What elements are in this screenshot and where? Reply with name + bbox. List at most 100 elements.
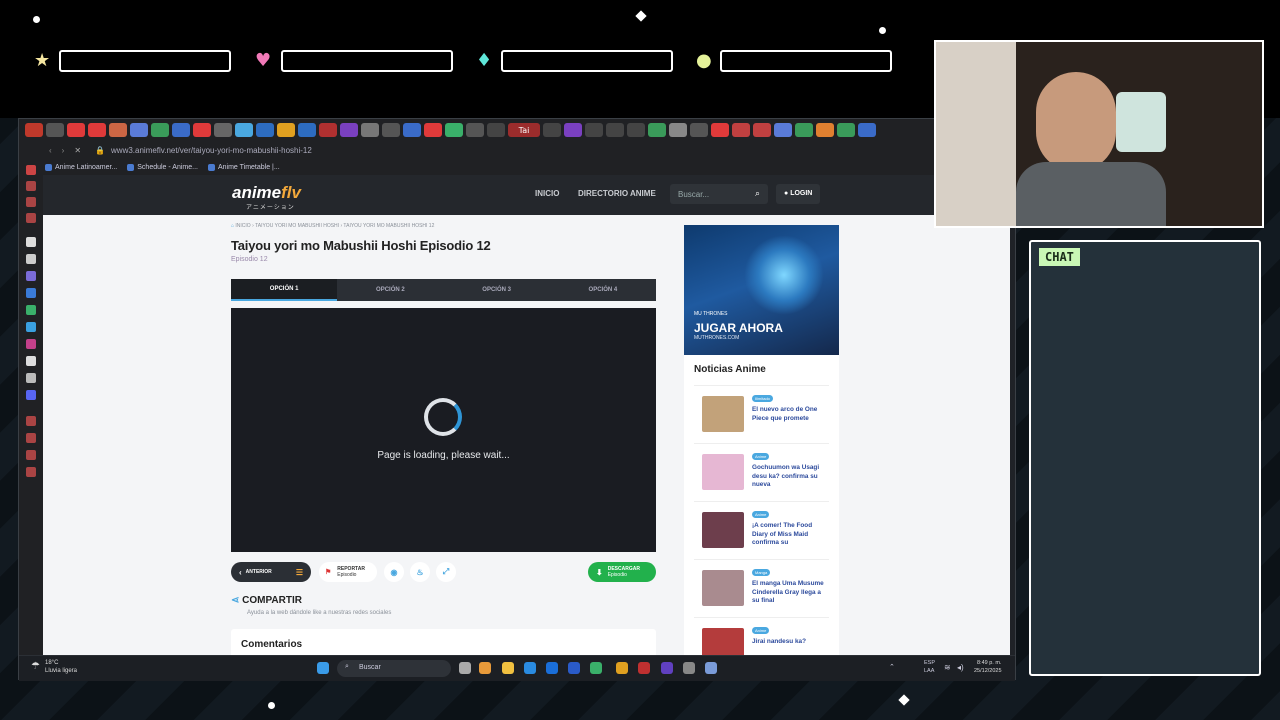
wifi-icon[interactable]: ≋ bbox=[944, 663, 951, 672]
login-button[interactable]: ● LOGIN bbox=[776, 184, 820, 204]
breadcrumb-item[interactable]: TAIYOU YORI MO MABUSHII HOSHI bbox=[255, 223, 339, 229]
tab[interactable] bbox=[277, 123, 295, 137]
tab[interactable] bbox=[711, 123, 729, 137]
nav-inicio[interactable]: INICIO bbox=[535, 189, 559, 198]
tab[interactable] bbox=[732, 123, 750, 137]
sidebar-app-icon[interactable] bbox=[26, 254, 36, 264]
chevron-up-icon[interactable]: ⌃ bbox=[889, 663, 895, 671]
reload-icon[interactable]: ✕ bbox=[74, 146, 81, 155]
tab[interactable] bbox=[46, 123, 64, 137]
sidebar-app-icon[interactable] bbox=[26, 197, 36, 207]
eye-icon[interactable]: ◉ bbox=[384, 562, 404, 582]
download-button[interactable]: ⬇ DESCARGAR Episodio bbox=[588, 562, 656, 582]
sidebar-app-icon[interactable] bbox=[26, 213, 36, 223]
tab[interactable] bbox=[109, 123, 127, 137]
word-icon[interactable] bbox=[568, 662, 580, 674]
tab-opcion-2[interactable]: OPCIÓN 2 bbox=[337, 279, 443, 301]
news-headline[interactable]: Gochuumon wa Usagi desu ka? confirma su … bbox=[752, 464, 824, 490]
tab[interactable] bbox=[669, 123, 687, 137]
tab[interactable] bbox=[585, 123, 603, 137]
tab-opcion-4[interactable]: OPCIÓN 4 bbox=[550, 279, 656, 301]
news-headline[interactable]: Jirai nandesu ka? bbox=[752, 638, 824, 647]
tab[interactable] bbox=[319, 123, 337, 137]
tab-opcion-1[interactable]: OPCIÓN 1 bbox=[231, 279, 338, 301]
tab[interactable] bbox=[88, 123, 106, 137]
tab[interactable] bbox=[382, 123, 400, 137]
settings-icon[interactable] bbox=[26, 467, 36, 477]
volume-icon[interactable]: ◂) bbox=[957, 663, 964, 672]
instagram-icon[interactable] bbox=[26, 339, 36, 349]
tab[interactable] bbox=[816, 123, 834, 137]
lightbulb-icon[interactable]: ♨ bbox=[410, 562, 430, 582]
tab[interactable] bbox=[25, 123, 43, 137]
bookmark-item[interactable]: Schedule - Anime... bbox=[127, 163, 198, 171]
tab[interactable] bbox=[151, 123, 169, 137]
github-icon[interactable] bbox=[683, 662, 695, 674]
news-item[interactable]: Anime Jirai nandesu ka? bbox=[694, 617, 829, 655]
tab[interactable] bbox=[606, 123, 624, 137]
whatsapp-icon[interactable] bbox=[26, 305, 36, 315]
chrome-icon[interactable] bbox=[616, 662, 628, 674]
tab[interactable] bbox=[340, 123, 358, 137]
tab[interactable] bbox=[837, 123, 855, 137]
tab[interactable] bbox=[172, 123, 190, 137]
tab[interactable] bbox=[543, 123, 561, 137]
news-item[interactable]: Anime Gochuumon wa Usagi desu ka? confir… bbox=[694, 443, 829, 500]
tab[interactable] bbox=[564, 123, 582, 137]
tab[interactable] bbox=[424, 123, 442, 137]
news-headline[interactable]: El nuevo arco de One Piece que promete bbox=[752, 406, 824, 423]
language-indicator[interactable]: ESP bbox=[924, 660, 935, 666]
tab[interactable] bbox=[690, 123, 708, 137]
advertisement-banner[interactable]: MU THRONES JUGAR AHORA MUTHRONES.COM bbox=[684, 225, 839, 355]
tab[interactable] bbox=[487, 123, 505, 137]
edge-icon[interactable] bbox=[524, 662, 536, 674]
site-logo[interactable]: animeflv アニメーション bbox=[232, 183, 301, 211]
tab[interactable] bbox=[193, 123, 211, 137]
telegram-icon[interactable] bbox=[26, 322, 36, 332]
tab[interactable] bbox=[795, 123, 813, 137]
discord-icon[interactable] bbox=[26, 390, 36, 400]
report-button[interactable]: ⚑ REPORTAR Episodio bbox=[319, 562, 377, 582]
breadcrumb-item[interactable]: INICIO bbox=[235, 223, 250, 229]
windows-start-icon[interactable] bbox=[317, 662, 329, 674]
obs-icon[interactable] bbox=[661, 662, 673, 674]
site-search-input[interactable]: Buscar... ⌕ bbox=[670, 184, 768, 204]
sidebar-app-icon[interactable] bbox=[26, 450, 36, 460]
nav-directorio-anime[interactable]: DIRECTORIO ANIME bbox=[578, 189, 656, 198]
sidebar-app-icon[interactable] bbox=[26, 271, 36, 281]
tiktok-icon[interactable] bbox=[26, 356, 36, 366]
x-icon[interactable] bbox=[26, 373, 36, 383]
url-field[interactable]: www3.animeflv.net/ver/taiyou-yori-mo-mab… bbox=[111, 146, 312, 155]
tab[interactable] bbox=[774, 123, 792, 137]
tab[interactable] bbox=[445, 123, 463, 137]
tab[interactable] bbox=[403, 123, 421, 137]
tab-opcion-3[interactable]: OPCIÓN 3 bbox=[444, 279, 550, 301]
list-icon[interactable]: ☰ bbox=[296, 568, 303, 577]
previous-episode-button[interactable]: ‹ ANTERIOR ☰ bbox=[231, 562, 311, 582]
forward-icon[interactable]: › bbox=[62, 146, 65, 155]
tab[interactable] bbox=[466, 123, 484, 137]
messenger-icon[interactable] bbox=[26, 288, 36, 298]
news-item[interactable]: Manga El manga Uma Musume Cinderella Gra… bbox=[694, 559, 829, 616]
back-icon[interactable]: ‹ bbox=[49, 146, 52, 155]
tab[interactable] bbox=[753, 123, 771, 137]
opera-gx-icon[interactable] bbox=[638, 662, 650, 674]
taskbar-search[interactable]: ⌕ Buscar bbox=[337, 660, 451, 677]
tab[interactable] bbox=[67, 123, 85, 137]
tab[interactable] bbox=[298, 123, 316, 137]
settings-icon[interactable] bbox=[705, 662, 717, 674]
store-icon[interactable] bbox=[546, 662, 558, 674]
tab[interactable] bbox=[214, 123, 232, 137]
tab[interactable] bbox=[627, 123, 645, 137]
clock-date[interactable]: 25/12/2025 bbox=[974, 668, 1002, 674]
sidebar-app-icon[interactable] bbox=[26, 237, 36, 247]
news-headline[interactable]: El manga Uma Musume Cinderella Gray lleg… bbox=[752, 580, 824, 606]
tab[interactable] bbox=[235, 123, 253, 137]
search-icon[interactable]: ⌕ bbox=[755, 188, 760, 199]
sidebar-app-icon[interactable] bbox=[26, 165, 36, 175]
tab[interactable] bbox=[361, 123, 379, 137]
history-icon[interactable] bbox=[26, 433, 36, 443]
video-player[interactable]: Page is loading, please wait... bbox=[231, 308, 656, 552]
clock-time[interactable]: 8:49 p. m. bbox=[977, 660, 1001, 666]
tab[interactable] bbox=[256, 123, 274, 137]
